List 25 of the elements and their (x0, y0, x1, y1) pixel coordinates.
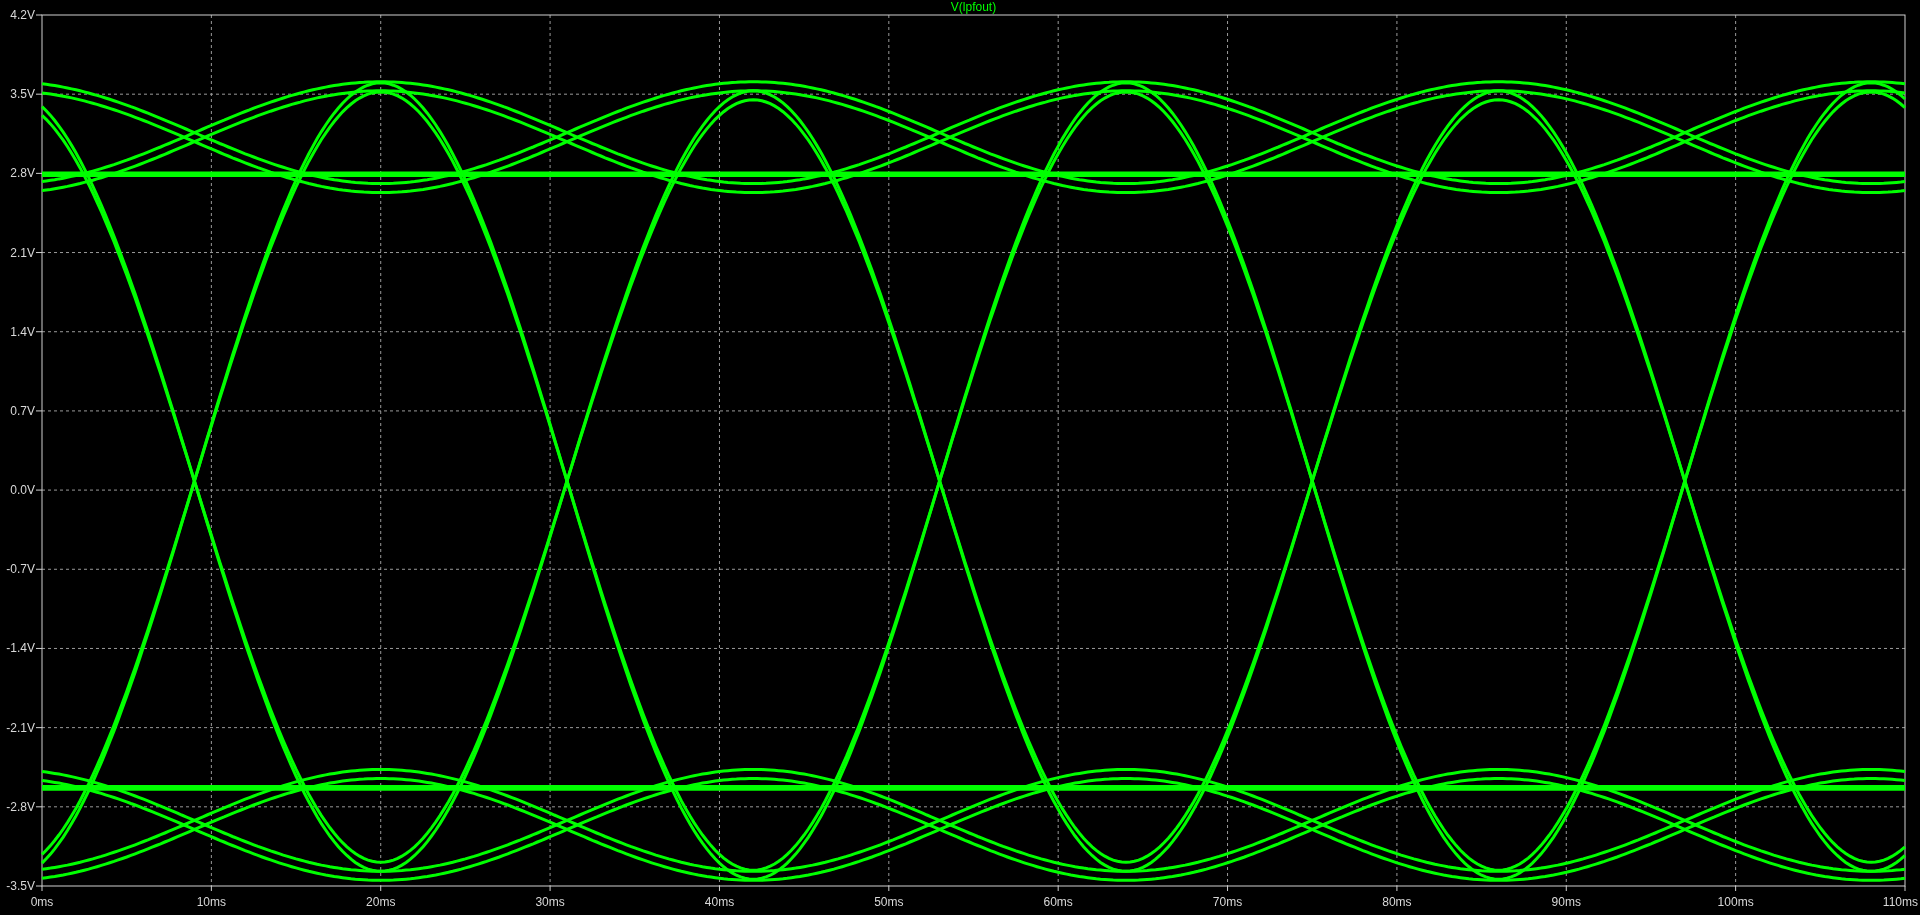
x-axis-label: 80ms (1382, 895, 1412, 909)
x-axis-label: 70ms (1212, 895, 1243, 909)
x-axis-label: 10ms (196, 895, 227, 909)
y-axis-label: 1.4V (10, 324, 35, 339)
y-axis-label: 3.5V (10, 87, 35, 102)
x-axis-label: 30ms (535, 895, 565, 909)
y-axis-label: -1.4V (6, 641, 35, 656)
y-axis-label: -2.1V (6, 720, 35, 735)
y-axis-label: 2.1V (10, 245, 35, 260)
plot-title: V(lpfout) (950, 0, 997, 14)
y-axis-label: -3.5V (6, 879, 35, 893)
y-axis-label: -2.8V (6, 799, 35, 814)
x-axis-label: 0ms (30, 895, 54, 909)
y-axis-label: -0.7V (6, 562, 35, 577)
x-axis-label: 20ms (366, 895, 396, 909)
x-axis-label: 60ms (1043, 895, 1073, 909)
y-axis-label: 2.8V (10, 166, 35, 181)
y-axis-label: 0.0V (10, 483, 35, 498)
y-axis-label: 0.7V (10, 403, 35, 418)
x-axis-label: 110ms (1882, 895, 1918, 909)
x-axis-label: 50ms (874, 895, 904, 909)
x-axis-label: 40ms (704, 895, 735, 909)
x-axis-label: 90ms (1551, 895, 1581, 909)
y-axis-label: 4.2V (10, 8, 35, 22)
x-axis-label: 100ms (1717, 895, 1754, 909)
